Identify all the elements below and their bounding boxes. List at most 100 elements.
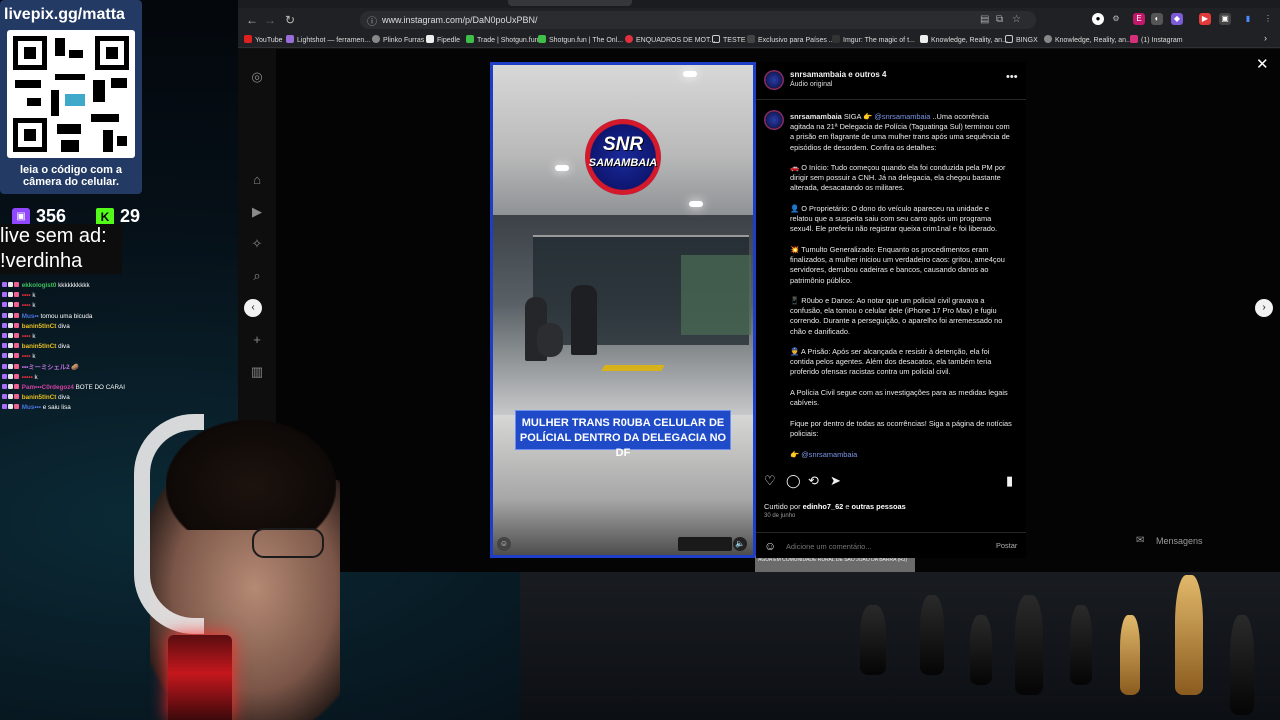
create-icon[interactable]: + xyxy=(249,332,265,348)
previous-post-icon[interactable]: ‹ xyxy=(244,299,262,317)
description-mention[interactable]: @snrsamambaia xyxy=(874,112,930,121)
video-progress[interactable] xyxy=(678,537,732,551)
home-icon[interactable]: ⌂ xyxy=(249,172,265,188)
description-author[interactable]: snrsamambaia xyxy=(790,112,842,121)
bookmark-knowledge-1[interactable]: Knowledge, Reality, an... xyxy=(920,35,1008,44)
extension-icon-3[interactable]: ◐ xyxy=(1151,13,1163,25)
qr-module xyxy=(61,140,79,152)
rgb-mug xyxy=(168,635,232,720)
like-icon[interactable]: ♡ xyxy=(764,474,776,488)
bookmark-teste[interactable]: TESTE xyxy=(712,35,746,44)
logo-text: SNR xyxy=(602,134,644,155)
post-author[interactable]: snrsamambaia e outros 4 xyxy=(790,70,886,79)
chat-message: Mus•• tomou uma bicuda xyxy=(2,312,162,322)
bookmark-enquadros[interactable]: ENQUADROS DE MOT... xyxy=(625,35,715,44)
bookmark-youtube[interactable]: YouTube xyxy=(244,35,283,44)
reload-icon[interactable]: ↻ xyxy=(282,12,298,28)
video-green-panel xyxy=(681,255,751,335)
bookmark-imgur[interactable]: Imgur: The magic of t... xyxy=(832,35,915,44)
extension-icon-7[interactable]: ▮ xyxy=(1242,13,1254,25)
chess-piece xyxy=(1120,615,1140,695)
chat-badge-icon xyxy=(2,353,7,359)
chat-badge-icon xyxy=(14,312,19,318)
chat-badge-icon xyxy=(8,322,13,328)
comment-input[interactable] xyxy=(786,540,966,552)
streamer-glasses xyxy=(252,528,324,558)
forward-icon[interactable]: → xyxy=(262,12,278,28)
extension-icon-1[interactable]: ● xyxy=(1092,13,1104,25)
video-player[interactable]: SNR SAMAMBAIA MULHER TRANS R0UBA CELULAR… xyxy=(490,62,756,558)
explore-icon[interactable]: ✧ xyxy=(249,236,265,252)
repost-icon[interactable]: ⟲ xyxy=(808,474,819,488)
tab-active[interactable] xyxy=(508,0,632,6)
bookmark-trade-shotgun[interactable]: Trade | Shotgun.fun xyxy=(466,35,539,44)
chat-badge-icon xyxy=(14,343,19,349)
extension-icon-6[interactable]: ▣ xyxy=(1219,13,1231,25)
search-icon[interactable]: ⌕ xyxy=(249,268,265,284)
extension-icon-5[interactable]: ▶ xyxy=(1199,13,1211,25)
reader-icon[interactable]: ▤ xyxy=(980,14,989,25)
chat-username: •••• xyxy=(21,353,31,361)
chess-piece xyxy=(970,615,992,685)
liked-others[interactable]: outras pessoas xyxy=(852,502,906,511)
bookmark-plinko[interactable]: Plinko Furras xyxy=(372,35,424,44)
share-icon[interactable]: ➤ xyxy=(830,474,841,488)
chess-piece xyxy=(920,595,944,675)
chat-text: diva xyxy=(58,394,70,402)
emoji-icon[interactable]: ☺ xyxy=(764,539,776,553)
avatar[interactable] xyxy=(764,70,784,90)
mute-icon[interactable]: 🔈 xyxy=(733,537,747,551)
chat-badge-icon xyxy=(2,404,7,410)
more-options-icon[interactable]: ••• xyxy=(1006,71,1018,83)
avatar[interactable] xyxy=(764,110,784,130)
star-icon[interactable]: ☆ xyxy=(1012,14,1021,25)
comment-icon[interactable]: ◯ xyxy=(786,474,801,488)
post-date[interactable]: 30 de junho xyxy=(764,513,795,519)
post-modal: SNR SAMAMBAIA MULHER TRANS R0UBA CELULAR… xyxy=(490,62,1026,572)
address-bar[interactable]: ⓘ www.instagram.com/p/DaN0poUxPBN/ ▤ ⧉ ☆ xyxy=(360,11,1036,29)
qr-center-logo xyxy=(65,94,85,106)
bookmarks-overflow-icon[interactable]: › xyxy=(1264,33,1267,43)
screenshot-icon[interactable]: ⧉ xyxy=(996,14,1003,25)
bookmark-knowledge-2[interactable]: Knowledge, Reality, an... xyxy=(1044,35,1132,44)
site-info-icon[interactable]: ⓘ xyxy=(367,13,377,28)
qr-module xyxy=(27,98,41,106)
bookmark-fipedle[interactable]: Fipedle xyxy=(426,35,460,44)
chat-text: k xyxy=(32,353,36,361)
back-icon[interactable]: ← xyxy=(244,12,260,28)
save-icon[interactable]: ▮ xyxy=(1006,474,1013,488)
chat-username: banin5tlnCt xyxy=(21,322,57,330)
menu-icon[interactable]: ⋮ xyxy=(1262,13,1274,25)
chat-badge-icon xyxy=(2,312,7,318)
qr-module xyxy=(51,90,59,116)
chat-badge-icon xyxy=(8,394,13,400)
insights-icon[interactable]: ▥ xyxy=(249,364,265,380)
chat-badge-icon xyxy=(8,343,13,349)
extension-icon-2[interactable]: E xyxy=(1133,13,1145,25)
post-comment-button[interactable]: Postar xyxy=(996,541,1017,550)
chat-badge-icon xyxy=(8,332,13,338)
instagram-logo-icon[interactable]: ◎ xyxy=(249,69,265,85)
livepix-title: livepix.gg/matta xyxy=(4,6,125,23)
extension-icon-4[interactable]: ◆ xyxy=(1171,13,1183,25)
browser-toolbar: ← → ↻ ⓘ www.instagram.com/p/DaN0poUxPBN/… xyxy=(238,8,1280,32)
bookmark-bingx[interactable]: BINGX xyxy=(1005,35,1038,44)
messages-button[interactable]: ✉ Mensagens xyxy=(1130,530,1255,552)
bookmark-instagram[interactable]: (1) Instagram xyxy=(1130,35,1183,44)
puzzle-icon[interactable]: ⚙ xyxy=(1110,13,1122,25)
next-post-icon[interactable]: › xyxy=(1255,299,1273,317)
audio-label[interactable]: Áudio original xyxy=(790,81,832,88)
reels-icon[interactable]: ▶ xyxy=(249,204,265,220)
chat-badge-icon xyxy=(8,363,13,369)
tagged-user-icon[interactable]: ☺ xyxy=(497,537,511,551)
bookmark-lightshot[interactable]: Lightshot — ferramen... xyxy=(286,35,370,44)
bookmark-exclusivo[interactable]: Exclusivo para Países ... xyxy=(747,35,835,44)
liked-user[interactable]: edinho7_62 xyxy=(803,502,844,511)
chat-username: ekkologist0 xyxy=(21,282,57,289)
chat-badge-icon xyxy=(14,383,19,389)
url-text[interactable]: www.instagram.com/p/DaN0poUxPBN/ xyxy=(382,15,538,25)
close-icon[interactable]: ✕ xyxy=(1256,55,1269,73)
bookmark-shotgun[interactable]: Shotgun.fun | The Onl... xyxy=(538,35,623,44)
messages-label: Mensagens xyxy=(1156,536,1203,546)
description-link[interactable]: @snrsamambaia xyxy=(801,450,857,459)
